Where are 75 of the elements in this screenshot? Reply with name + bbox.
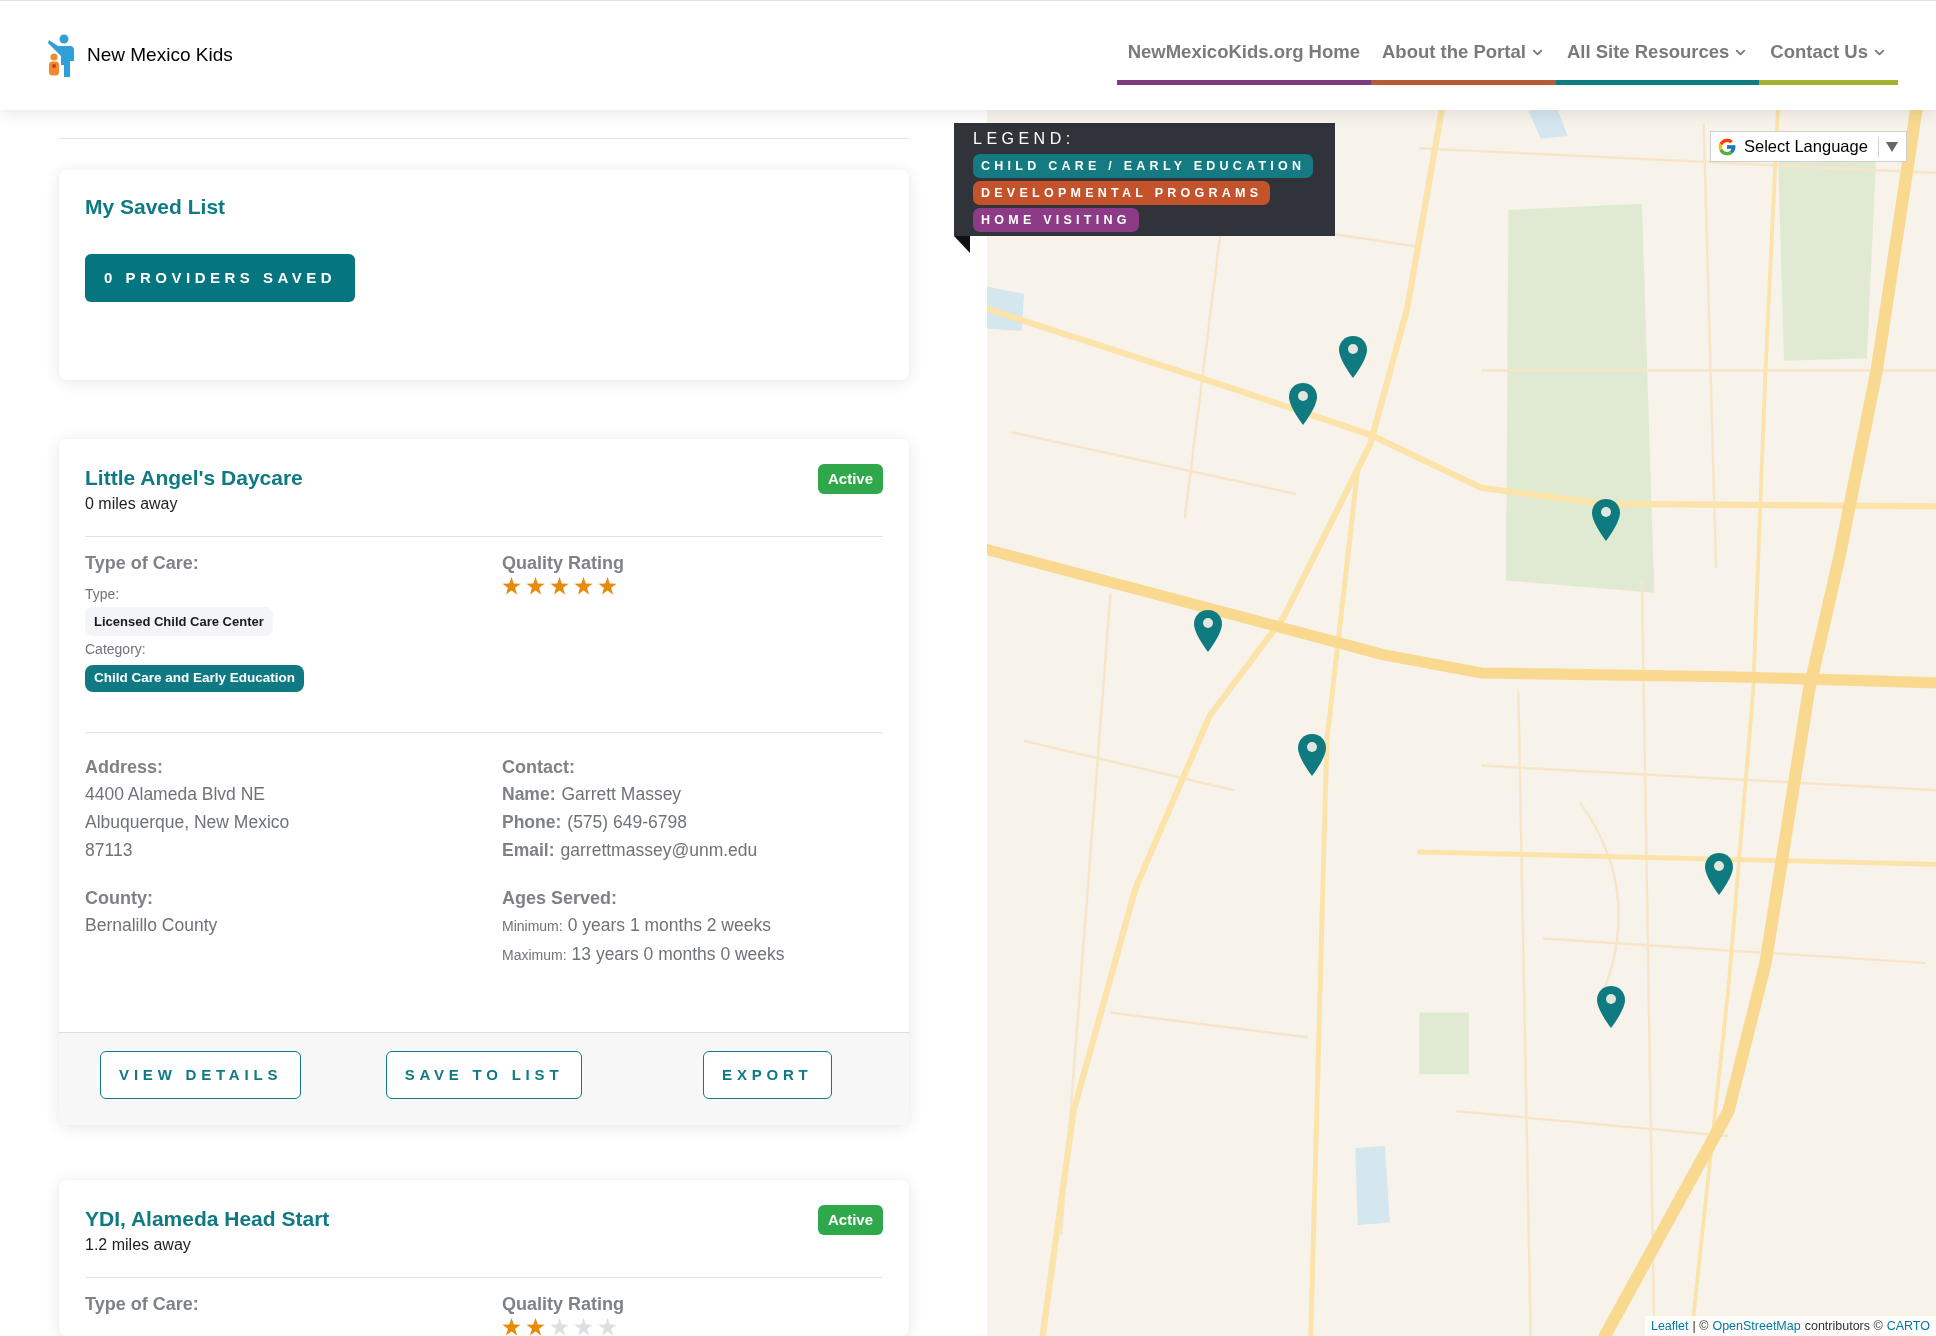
- language-select[interactable]: Select Language: [1710, 131, 1907, 162]
- star-icon: [574, 1318, 593, 1336]
- star-icon: [598, 577, 617, 595]
- star-icon: [526, 1318, 545, 1336]
- section-heading: Address:: [85, 756, 164, 779]
- star-icon: [550, 1318, 569, 1336]
- star-icon: [502, 1318, 521, 1336]
- contact-value: (575) 649-6798: [567, 811, 687, 834]
- status-badge: Active: [817, 464, 883, 494]
- map-pin-icon[interactable]: [1288, 382, 1318, 426]
- address-line: 87113: [85, 839, 134, 862]
- nav-link[interactable]: All Site Resources: [1555, 40, 1760, 64]
- address-line: 4400 Alameda Blvd NE: [85, 783, 266, 806]
- category-tag: Child Care and Early Education: [85, 665, 305, 692]
- star-icon: [598, 1318, 617, 1336]
- nav-link[interactable]: Contact Us: [1759, 40, 1898, 64]
- nav-link[interactable]: NewMexicoKids.org Home: [1116, 40, 1371, 64]
- map-pin-icon[interactable]: [1297, 733, 1327, 777]
- section-heading: County:: [85, 887, 153, 910]
- attribution-link[interactable]: Leaflet: [1650, 1316, 1689, 1336]
- contact-value: garrettmassey@unm.edu: [560, 839, 758, 862]
- site-name[interactable]: New Mexico Kids: [87, 41, 233, 70]
- legend-tag: CHILD CARE / EARLY EDUCATION: [973, 154, 1314, 178]
- contact-label: Phone:: [502, 811, 562, 834]
- care-type-tag: Licensed Child Care Center: [85, 607, 273, 636]
- action-button[interactable]: VIEW DETAILS: [100, 1051, 302, 1099]
- county-value: Bernalillo County: [85, 914, 218, 937]
- star-icon: [502, 577, 521, 595]
- attribution-text: contributors ©: [1804, 1317, 1883, 1335]
- contact-value: Garrett Massey: [561, 783, 682, 806]
- age-value: 13 years 0 months 0 weeks: [571, 943, 785, 966]
- section-heading: Contact:: [502, 756, 575, 779]
- contact-label: Name:: [502, 783, 556, 806]
- age-label: Minimum:: [502, 917, 563, 936]
- attribution-link[interactable]: CARTO: [1886, 1316, 1930, 1336]
- star-icon: [550, 577, 569, 595]
- contact-label: Email:: [502, 839, 555, 862]
- provider-name[interactable]: YDI, Alameda Head Start: [85, 1205, 330, 1233]
- park-area: [1419, 1012, 1469, 1075]
- legend-tag: HOME VISITING: [973, 208, 1139, 232]
- age-label: Maximum:: [502, 946, 567, 965]
- nav-link[interactable]: About the Portal: [1371, 40, 1556, 64]
- action-button[interactable]: SAVE TO LIST: [385, 1051, 583, 1099]
- address-line: Albuquerque, New Mexico: [85, 811, 290, 834]
- attribution-link[interactable]: OpenStreetMap: [1712, 1316, 1801, 1336]
- action-button[interactable]: EXPORT: [703, 1051, 832, 1099]
- caret-down-icon: [1886, 141, 1898, 152]
- language-label: Select Language: [1744, 136, 1868, 158]
- map-pin-icon[interactable]: [1193, 609, 1223, 653]
- map-pin-icon[interactable]: [1338, 335, 1368, 379]
- section-heading: Quality Rating: [502, 1293, 624, 1316]
- section-heading: Ages Served:: [502, 887, 618, 910]
- field-label: Category:: [85, 640, 146, 659]
- provider-name[interactable]: Little Angel's Daycare: [85, 464, 303, 492]
- map-pin-icon[interactable]: [1591, 498, 1621, 542]
- field-label: Type:: [85, 585, 120, 604]
- star-icon: [574, 577, 593, 595]
- legend-tag: DEVELOPMENTAL PROGRAMS: [973, 181, 1271, 205]
- card-title: My Saved List: [85, 194, 226, 220]
- google-g-icon: [1717, 136, 1737, 157]
- map-pin-icon[interactable]: [1704, 852, 1734, 896]
- legend-title: LEGEND:: [973, 129, 1075, 149]
- star-icon: [526, 577, 545, 595]
- distance-text: 0 miles away: [85, 494, 179, 514]
- map-pin-icon[interactable]: [1596, 985, 1626, 1029]
- family-figures-icon: [45, 33, 75, 78]
- section-heading: Type of Care:: [85, 1293, 199, 1316]
- distance-text: 1.2 miles away: [85, 1235, 192, 1255]
- corner-fold-icon: [954, 236, 970, 253]
- section-heading: Quality Rating: [502, 552, 624, 575]
- status-badge: Active: [817, 1205, 883, 1235]
- age-value: 0 years 1 months 2 weeks: [567, 914, 771, 937]
- providers-saved-button[interactable]: 0 PROVIDERS SAVED: [85, 254, 356, 302]
- section-heading: Type of Care:: [85, 552, 199, 575]
- attribution-text: | ©: [1692, 1317, 1709, 1335]
